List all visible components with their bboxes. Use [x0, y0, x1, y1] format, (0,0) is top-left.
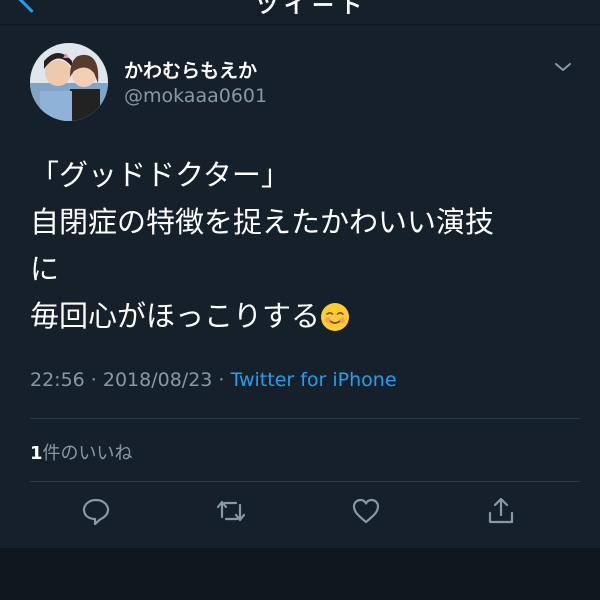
- page-title: ツイート: [256, 0, 369, 19]
- tweet-body: 「グッドドクター」 自閉症の特徴を捉えたかわいい演技 に 毎回心がほっこりする: [30, 158, 495, 333]
- author-name[interactable]: かわむらもえか: [124, 56, 257, 83]
- like-icon[interactable]: [350, 495, 382, 527]
- bottom-bar: [0, 548, 600, 600]
- divider: [30, 481, 580, 482]
- reply-icon[interactable]: [80, 495, 112, 527]
- back-arrow-icon[interactable]: [18, 0, 45, 13]
- avatar[interactable]: [30, 43, 108, 121]
- avatar-photo-icon: [30, 43, 108, 121]
- retweet-icon[interactable]: [215, 495, 247, 527]
- share-icon[interactable]: [485, 495, 517, 527]
- likes-count: 1: [30, 443, 43, 464]
- chevron-down-icon[interactable]: [554, 58, 572, 76]
- top-navigation-bar: ツイート: [0, 0, 600, 25]
- divider: [30, 418, 580, 419]
- source-link[interactable]: Twitter for iPhone: [231, 369, 397, 391]
- action-bar: [0, 495, 600, 535]
- tweet-meta: 22:56 · 2018/08/23 · Twitter for iPhone: [30, 369, 397, 391]
- likes-row[interactable]: 1件のいいね: [30, 439, 133, 465]
- timestamp: 22:56 · 2018/08/23 ·: [30, 369, 231, 391]
- likes-label: 件のいいね: [42, 443, 133, 464]
- tweet-text: 「グッドドクター」 自閉症の特徴を捉えたかわいい演技 に 毎回心がほっこりする: [30, 152, 575, 340]
- smiling-face-emoji-icon: [321, 303, 350, 331]
- author-handle[interactable]: @mokaaa0601: [124, 85, 267, 107]
